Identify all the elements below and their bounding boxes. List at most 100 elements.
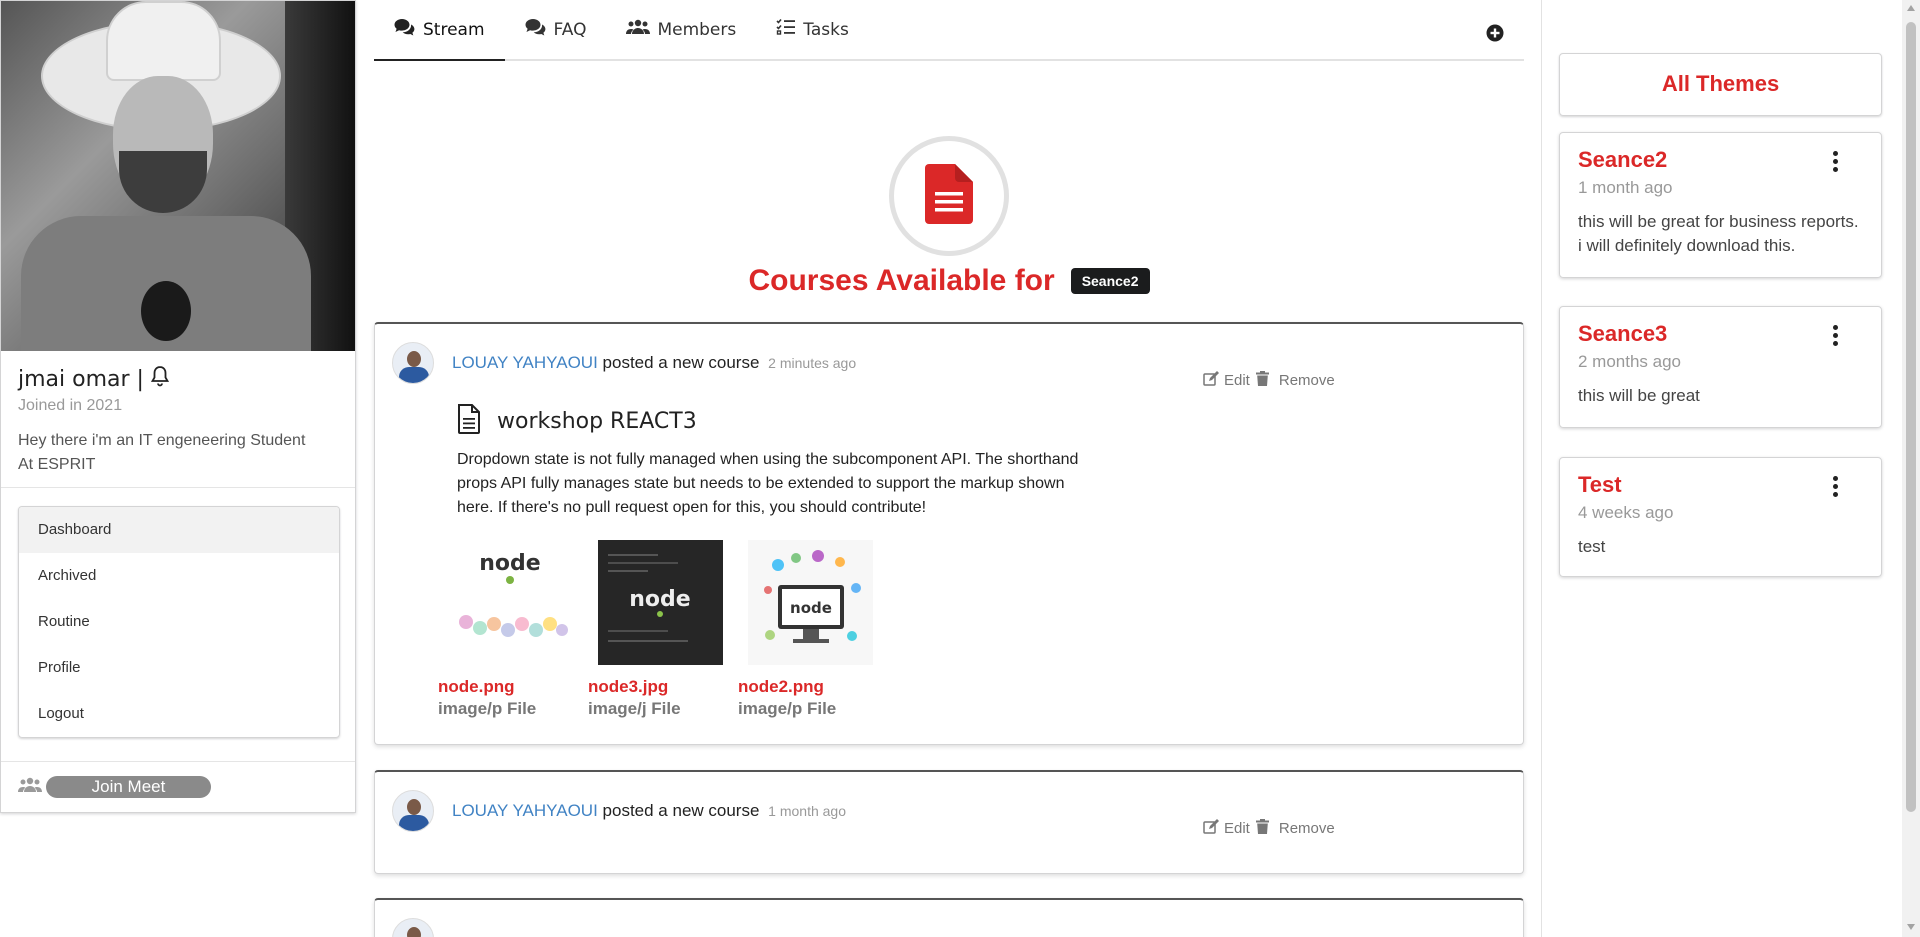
course-description: Dropdown state is not fully managed when… (457, 451, 1079, 516)
course-title[interactable]: workshop REACT3 (497, 409, 697, 434)
session-badge: Seance2 (1070, 268, 1150, 294)
profile-name-row: jmai omar | (18, 365, 338, 393)
post-action: posted a new course (602, 801, 760, 820)
all-themes-button[interactable]: All Themes (1559, 53, 1882, 116)
attachment-type: image/j File (588, 699, 681, 718)
attachment[interactable]: node node3.jpg image/j File (588, 540, 723, 719)
file-outline-icon (457, 404, 481, 439)
join-meet-button[interactable]: Join Meet (46, 776, 211, 798)
post-header: LOUAY YAHYAOUI posted a new course 2 min… (392, 342, 856, 384)
post-meta: LOUAY YAHYAOUI posted a new course 1 mon… (452, 801, 846, 821)
tab-members-label: Members (657, 19, 737, 40)
theme-name[interactable]: Test (1578, 472, 1863, 498)
trash-icon[interactable] (1255, 371, 1269, 390)
comments-icon (525, 18, 547, 41)
users-icon (18, 777, 42, 798)
menu-item-routine[interactable]: Routine (19, 599, 339, 645)
scroll-down-arrow-icon[interactable] (1907, 924, 1915, 930)
menu-item-archived[interactable]: Archived (19, 553, 339, 599)
tab-tasks[interactable]: Tasks (756, 0, 869, 60)
courses-title-row: Courses Available for Seance2 (374, 264, 1524, 298)
attachment-thumbnail[interactable]: node (448, 540, 573, 665)
kebab-menu-icon[interactable] (1833, 151, 1839, 175)
attachment-name[interactable]: node.png (438, 677, 573, 697)
theme-description: this will be great for business reports.… (1578, 212, 1859, 255)
theme-time: 2 months ago (1578, 352, 1682, 371)
menu-item-profile[interactable]: Profile (19, 645, 339, 691)
courses-header: Courses Available for Seance2 (374, 136, 1524, 298)
profile-photo (1, 1, 355, 351)
add-circle-icon[interactable] (1486, 24, 1504, 47)
tab-members[interactable]: Members (606, 0, 756, 60)
attachment-type: image/p File (738, 699, 837, 718)
theme-card[interactable]: Seance2 1 month ago this will be great f… (1559, 132, 1882, 278)
theme-card[interactable]: Seance3 2 months ago this will be great (1559, 306, 1882, 428)
attachment-thumbnail[interactable]: node (598, 540, 723, 665)
post-actions: Edit Remove (1203, 819, 1341, 838)
kebab-menu-icon[interactable] (1833, 325, 1839, 349)
attachment-name[interactable]: node2.png (738, 677, 873, 697)
post-header (392, 918, 434, 937)
menu-item-dashboard[interactable]: Dashboard (19, 507, 339, 553)
remove-button[interactable]: Remove (1279, 820, 1335, 837)
themes-panel: All Themes Seance2 1 month ago this will… (1541, 0, 1901, 937)
bell-icon[interactable] (150, 365, 170, 393)
tab-faq-label: FAQ (553, 19, 587, 40)
course-title-row: workshop REACT3 (457, 404, 697, 439)
post-time: 2 minutes ago (768, 355, 857, 371)
poster-link[interactable]: LOUAY YAHYAOUI (452, 353, 598, 372)
tab-stream-label: Stream (423, 19, 485, 40)
attachment-thumbnail[interactable]: node (748, 540, 873, 665)
file-icon-circle (889, 136, 1009, 256)
theme-name[interactable]: Seance2 (1578, 147, 1863, 173)
avatar (392, 790, 434, 832)
profile-sidebar: jmai omar | Joined in 2021 Hey there i'm… (0, 0, 356, 813)
meet-row: Join Meet (1, 761, 355, 812)
theme-time: 1 month ago (1578, 178, 1673, 197)
post-card (374, 898, 1524, 937)
theme-card[interactable]: Test 4 weeks ago test (1559, 457, 1882, 577)
scrollbar-thumb[interactable] (1906, 22, 1916, 812)
trash-icon[interactable] (1255, 819, 1269, 838)
attachment[interactable]: node node2.png image/p File (738, 540, 873, 719)
post-action: posted a new course (602, 353, 760, 372)
edit-icon[interactable] (1203, 819, 1220, 838)
svg-text:node: node (629, 587, 690, 612)
svg-text:node: node (479, 551, 540, 576)
remove-button[interactable]: Remove (1279, 372, 1335, 389)
attachment-type: image/p File (438, 699, 537, 718)
edit-icon[interactable] (1203, 371, 1220, 390)
svg-text:node: node (790, 599, 832, 617)
attachment-name[interactable]: node3.jpg (588, 677, 723, 697)
tab-bar: Stream FAQ Members Tasks (374, 0, 1524, 61)
profile-info: jmai omar | Joined in 2021 Hey there i'm… (1, 351, 355, 488)
post-meta: LOUAY YAHYAOUI posted a new course 2 min… (452, 353, 856, 373)
tab-tasks-label: Tasks (803, 19, 849, 40)
profile-joined: Joined in 2021 (18, 397, 123, 414)
post-time: 1 month ago (768, 803, 847, 819)
edit-button[interactable]: Edit (1224, 820, 1250, 837)
file-text-icon (925, 163, 973, 229)
profile-name: jmai omar | (18, 366, 144, 392)
tasks-icon (776, 18, 796, 41)
attachment[interactable]: node node.png image/p File (438, 540, 573, 719)
poster-link[interactable]: LOUAY YAHYAOUI (452, 801, 598, 820)
theme-name[interactable]: Seance3 (1578, 321, 1863, 347)
theme-description: test (1578, 537, 1606, 556)
tab-faq[interactable]: FAQ (505, 0, 607, 60)
theme-description: this will be great (1578, 386, 1700, 405)
tab-stream[interactable]: Stream (374, 0, 505, 61)
courses-title: Courses Available for (748, 264, 1055, 297)
scroll-up-arrow-icon[interactable] (1907, 5, 1915, 11)
comments-icon (394, 18, 416, 41)
users-icon (626, 19, 651, 40)
post-card: LOUAY YAHYAOUI posted a new course 2 min… (374, 322, 1524, 745)
theme-time: 4 weeks ago (1578, 503, 1674, 522)
post-header: LOUAY YAHYAOUI posted a new course 1 mon… (392, 790, 846, 832)
edit-button[interactable]: Edit (1224, 372, 1250, 389)
menu-item-logout[interactable]: Logout (19, 691, 339, 737)
main-content: Stream FAQ Members Tasks Courses Availab… (374, 0, 1524, 937)
sidebar-menu: Dashboard Archived Routine Profile Logou… (18, 506, 340, 738)
page-scrollbar[interactable] (1902, 0, 1920, 937)
kebab-menu-icon[interactable] (1833, 476, 1839, 500)
